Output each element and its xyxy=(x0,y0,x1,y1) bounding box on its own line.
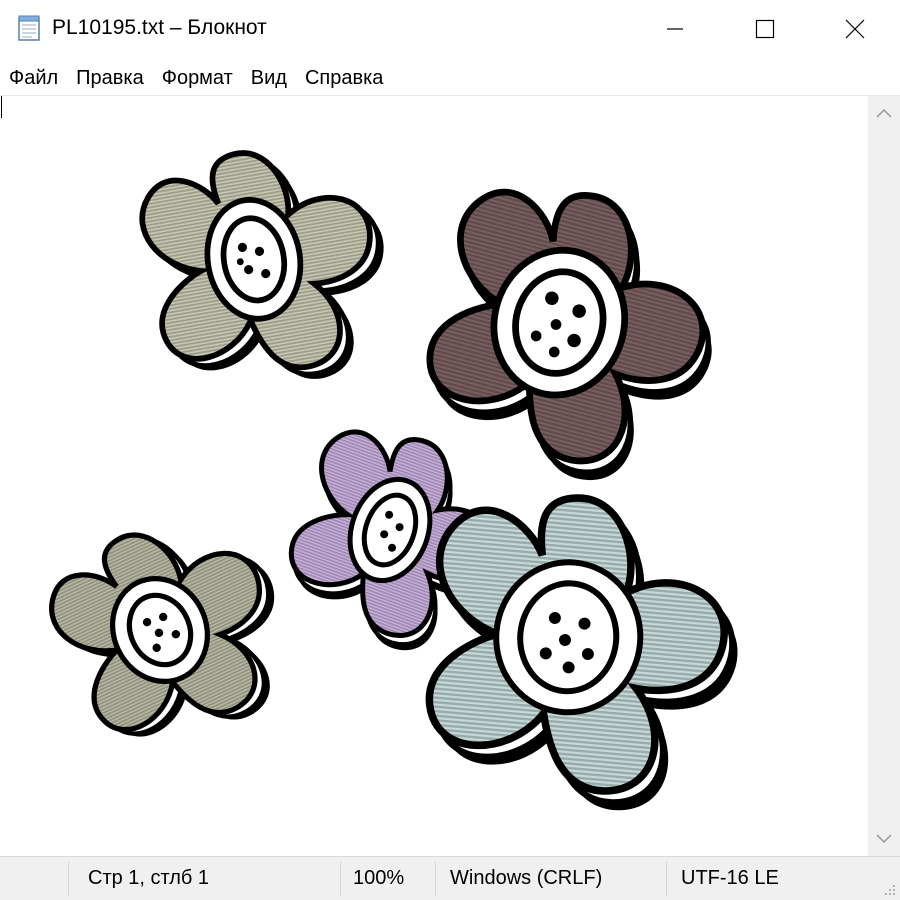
maximize-button[interactable] xyxy=(720,0,810,58)
menu-bar: Файл Правка Формат Вид Справка xyxy=(0,62,900,94)
menu-file[interactable]: Файл xyxy=(0,62,67,94)
close-icon xyxy=(845,19,865,39)
chevron-down-icon xyxy=(876,834,892,844)
menu-help[interactable]: Справка xyxy=(296,62,392,94)
window-title: PL10195.txt – Блокнот xyxy=(52,16,267,39)
scroll-down-button[interactable] xyxy=(868,822,900,856)
resize-grip-icon[interactable] xyxy=(882,882,896,896)
menu-format[interactable]: Формат xyxy=(153,62,242,94)
flower-icon xyxy=(133,131,405,403)
close-button[interactable] xyxy=(810,0,900,58)
maximize-icon xyxy=(755,19,775,39)
menu-edit[interactable]: Правка xyxy=(67,62,153,94)
flowers-illustration xyxy=(0,96,749,820)
flower-icon xyxy=(419,486,749,820)
chevron-up-icon xyxy=(876,108,892,118)
status-divider xyxy=(666,861,667,896)
menu-view[interactable]: Вид xyxy=(242,62,296,94)
minimize-icon xyxy=(667,28,683,30)
notepad-icon xyxy=(18,15,40,41)
vertical-scrollbar[interactable] xyxy=(868,96,900,856)
scroll-up-button[interactable] xyxy=(868,96,900,130)
encoding: UTF-16 LE xyxy=(681,867,779,889)
status-bar: Стр 1, стлб 1 100% Windows (CRLF) UTF-16… xyxy=(0,856,900,900)
text-editor[interactable] xyxy=(0,96,868,856)
status-divider xyxy=(68,861,69,896)
title-bar[interactable]: PL10195.txt – Блокнот xyxy=(0,0,900,60)
zoom-level: 100% xyxy=(353,867,405,889)
flower-icon xyxy=(407,165,740,504)
status-divider xyxy=(435,861,436,896)
status-divider xyxy=(340,861,341,896)
minimize-button[interactable] xyxy=(630,0,720,58)
text-caret xyxy=(1,96,2,118)
cursor-position: Стр 1, стлб 1 xyxy=(88,867,210,889)
line-ending: Windows (CRLF) xyxy=(450,867,603,889)
flower-icon xyxy=(34,488,319,770)
